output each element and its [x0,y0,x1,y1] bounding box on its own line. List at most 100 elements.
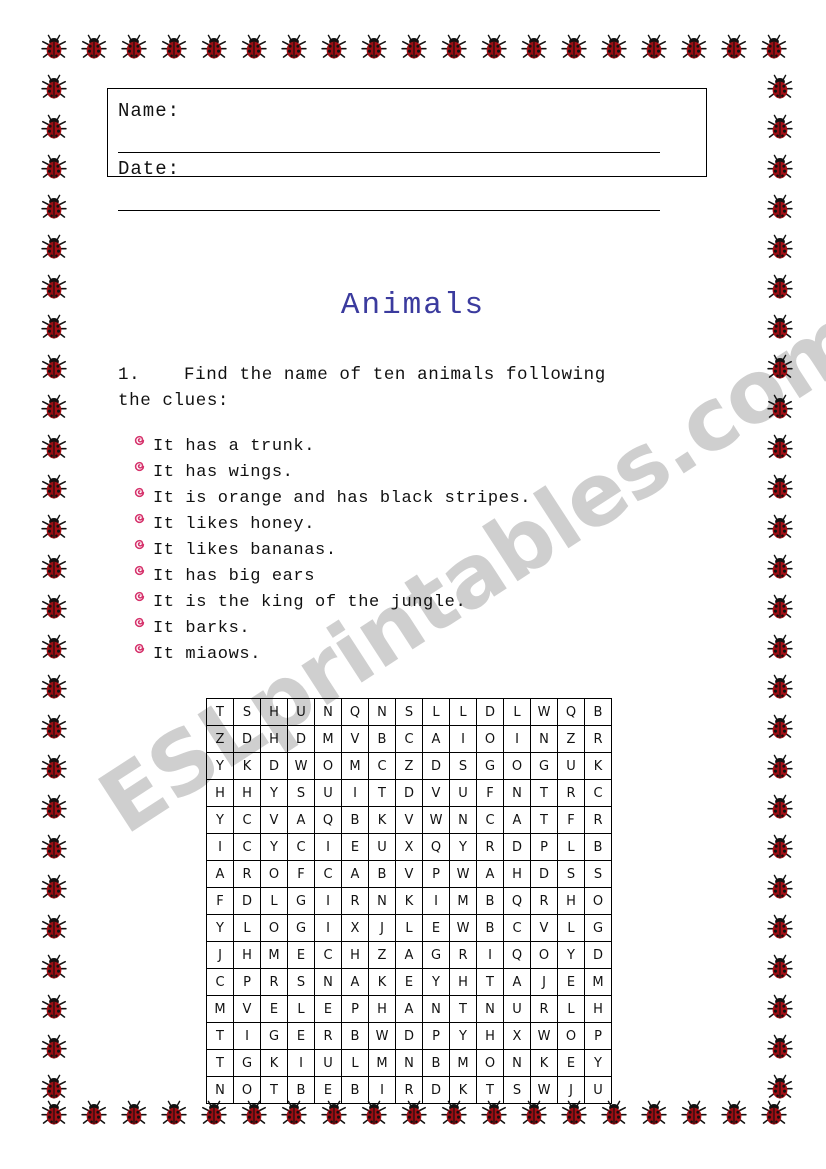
wordsearch-cell[interactable]: Q [422,833,450,861]
wordsearch-cell[interactable]: H [233,941,261,969]
wordsearch-cell[interactable]: D [233,887,261,915]
wordsearch-cell[interactable]: X [341,914,369,942]
wordsearch-cell[interactable]: A [503,806,531,834]
wordsearch-cell[interactable]: M [314,725,342,753]
wordsearch-cell[interactable]: D [530,860,558,888]
wordsearch-cell[interactable]: O [260,914,288,942]
wordsearch-cell[interactable]: B [476,914,504,942]
wordsearch-cell[interactable]: A [341,968,369,996]
wordsearch-cell[interactable]: A [395,941,423,969]
wordsearch-cell[interactable]: Z [395,752,423,780]
wordsearch-cell[interactable]: D [395,779,423,807]
wordsearch-cell[interactable]: A [476,860,504,888]
wordsearch-cell[interactable]: Y [207,914,234,942]
wordsearch-cell[interactable]: N [368,887,396,915]
wordsearch-cell[interactable]: R [530,887,558,915]
wordsearch-cell[interactable]: O [260,860,288,888]
wordsearch-cell[interactable]: Q [503,887,531,915]
wordsearch-cell[interactable]: H [341,941,369,969]
wordsearch-cell[interactable]: H [368,995,396,1023]
wordsearch-cell[interactable]: M [260,941,288,969]
wordsearch-cell[interactable]: K [584,752,612,780]
wordsearch-cell[interactable]: A [422,725,450,753]
wordsearch-cell[interactable]: Q [341,699,369,726]
wordsearch-cell[interactable]: O [476,725,504,753]
wordsearch-cell[interactable]: V [422,779,450,807]
wordsearch-cell[interactable]: L [449,699,477,726]
wordsearch-cell[interactable]: W [422,806,450,834]
wordsearch-cell[interactable]: Q [314,806,342,834]
wordsearch-cell[interactable]: O [584,887,612,915]
wordsearch-cell[interactable]: W [530,699,558,726]
wordsearch-cell[interactable]: W [368,1022,396,1050]
wordsearch-cell[interactable]: N [368,699,396,726]
wordsearch-cell[interactable]: B [422,1049,450,1077]
wordsearch-cell[interactable]: C [368,752,396,780]
wordsearch-cell[interactable]: M [449,1049,477,1077]
wordsearch-cell[interactable]: T [449,995,477,1023]
wordsearch-cell[interactable]: Q [557,699,585,726]
wordsearch-cell[interactable]: G [584,914,612,942]
wordsearch-cell[interactable]: M [341,752,369,780]
wordsearch-cell[interactable]: C [476,806,504,834]
wordsearch-cell[interactable]: R [557,779,585,807]
wordsearch-cell[interactable]: Q [503,941,531,969]
wordsearch-cell[interactable]: H [260,725,288,753]
wordsearch-cell[interactable]: Y [207,806,234,834]
wordsearch-cell[interactable]: S [287,968,315,996]
wordsearch-cell[interactable]: B [584,699,612,726]
wordsearch-cell[interactable]: A [503,968,531,996]
wordsearch-cell[interactable]: V [260,806,288,834]
wordsearch-cell[interactable]: Y [422,968,450,996]
wordsearch-cell[interactable]: I [422,887,450,915]
wordsearch-cell[interactable]: R [233,860,261,888]
wordsearch-grid[interactable]: TSHUNQNSLLDLWQBZDHDMVBCAIOINZRYKDWOMCZDS… [206,698,612,1104]
wordsearch-cell[interactable]: D [260,752,288,780]
wordsearch-cell[interactable]: U [287,699,315,726]
wordsearch-cell[interactable]: N [530,725,558,753]
wordsearch-cell[interactable]: S [449,752,477,780]
wordsearch-cell[interactable]: V [341,725,369,753]
wordsearch-cell[interactable]: H [449,968,477,996]
wordsearch-cell[interactable]: T [530,779,558,807]
wordsearch-cell[interactable]: R [341,887,369,915]
wordsearch-cell[interactable]: B [341,1022,369,1050]
wordsearch-cell[interactable]: C [314,941,342,969]
wordsearch-cell[interactable]: J [207,941,234,969]
wordsearch-cell[interactable]: A [287,806,315,834]
wordsearch-cell[interactable]: E [557,968,585,996]
wordsearch-cell[interactable]: D [233,725,261,753]
wordsearch-cell[interactable]: B [368,860,396,888]
wordsearch-cell[interactable]: I [476,941,504,969]
wordsearch-cell[interactable]: N [476,995,504,1023]
wordsearch-cell[interactable]: L [260,887,288,915]
wordsearch-cell[interactable]: T [207,1022,234,1050]
wordsearch-cell[interactable]: E [557,1049,585,1077]
wordsearch-cell[interactable]: L [287,995,315,1023]
wordsearch-cell[interactable]: A [341,860,369,888]
wordsearch-cell[interactable]: J [530,968,558,996]
wordsearch-cell[interactable]: R [449,941,477,969]
wordsearch-cell[interactable]: F [557,806,585,834]
wordsearch-cell[interactable]: L [395,914,423,942]
wordsearch-cell[interactable]: P [341,995,369,1023]
wordsearch-cell[interactable]: C [584,779,612,807]
wordsearch-cell[interactable]: L [422,699,450,726]
wordsearch-cell[interactable]: Z [207,725,234,753]
wordsearch-cell[interactable]: G [530,752,558,780]
wordsearch-cell[interactable]: D [395,1022,423,1050]
wordsearch-cell[interactable]: K [530,1049,558,1077]
wordsearch-cell[interactable]: G [476,752,504,780]
wordsearch-cell[interactable]: N [395,1049,423,1077]
wordsearch-cell[interactable]: G [287,887,315,915]
wordsearch-cell[interactable]: F [287,860,315,888]
wordsearch-cell[interactable]: H [503,860,531,888]
wordsearch-cell[interactable]: K [368,806,396,834]
wordsearch-cell[interactable]: U [368,833,396,861]
wordsearch-cell[interactable]: T [530,806,558,834]
wordsearch-cell[interactable]: E [395,968,423,996]
wordsearch-cell[interactable]: T [476,968,504,996]
wordsearch-cell[interactable]: X [503,1022,531,1050]
wordsearch-cell[interactable]: D [476,699,504,726]
wordsearch-cell[interactable]: Y [584,1049,612,1077]
